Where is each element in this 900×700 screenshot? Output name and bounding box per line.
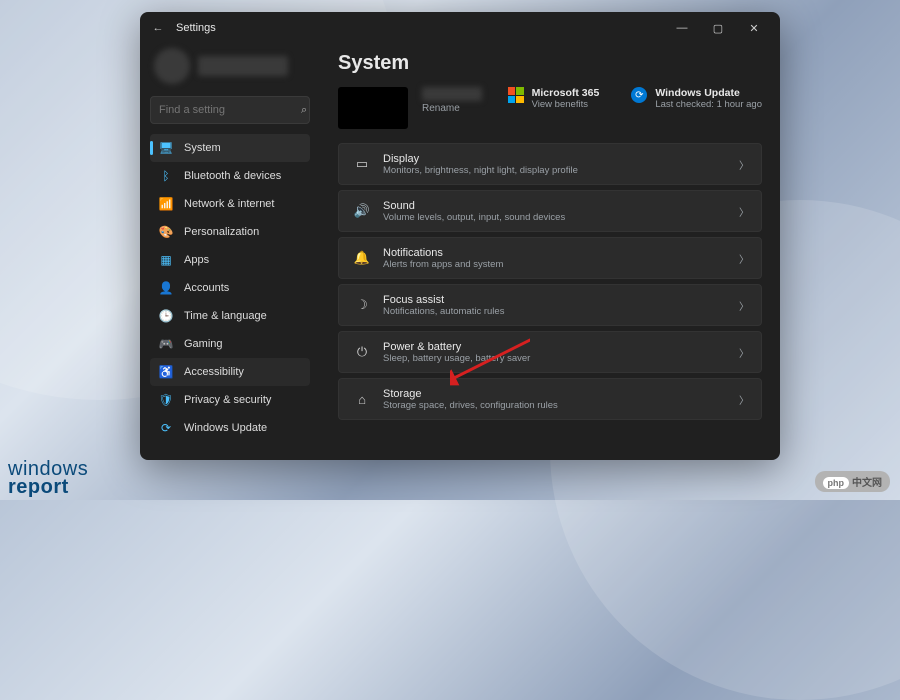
- sidebar-item-network-internet[interactable]: 📶 Network & internet: [150, 190, 310, 218]
- sidebar-item-time-language[interactable]: 🕒 Time & language: [150, 302, 310, 330]
- settings-card-notifications[interactable]: 🔔 Notifications Alerts from apps and sys…: [338, 237, 762, 279]
- sidebar-item-apps[interactable]: ▦ Apps: [150, 246, 310, 274]
- sidebar-item-label: System: [184, 142, 221, 154]
- page-title: System: [338, 52, 762, 75]
- chevron-right-icon: 〉: [739, 345, 749, 360]
- card-title: Display: [383, 153, 739, 165]
- settings-card-sound[interactable]: 🔊 Sound Volume levels, output, input, so…: [338, 190, 762, 232]
- card-title: Sound: [383, 200, 739, 212]
- ms365-card[interactable]: Microsoft 365 View benefits: [508, 87, 600, 110]
- card-subtitle: Storage space, drives, configuration rul…: [383, 400, 739, 411]
- rename-link[interactable]: Rename: [422, 103, 482, 114]
- maximize-button[interactable]: ▢: [700, 14, 736, 42]
- nav-icon: ▦: [158, 253, 174, 267]
- profile-block[interactable]: [150, 44, 310, 94]
- watermark-left: windowsreport: [8, 460, 88, 496]
- card-icon: ⌂: [351, 392, 373, 407]
- sidebar-item-label: Network & internet: [184, 198, 274, 210]
- nav-icon: 🎨: [158, 225, 174, 239]
- main-panel: System Rename Microsoft 365 View benefit…: [320, 44, 780, 460]
- settings-card-display[interactable]: ▭ Display Monitors, brightness, night li…: [338, 143, 762, 185]
- windows-update-card[interactable]: ⟳ Windows Update Last checked: 1 hour ag…: [631, 87, 762, 110]
- card-subtitle: Monitors, brightness, night light, displ…: [383, 165, 739, 176]
- card-title: Power & battery: [383, 341, 739, 353]
- nav-icon: 👤: [158, 281, 174, 295]
- nav-icon: 🛡: [158, 393, 174, 407]
- card-subtitle: Volume levels, output, input, sound devi…: [383, 212, 739, 223]
- card-icon: ☽: [351, 297, 373, 313]
- profile-name: [198, 56, 288, 76]
- sidebar-item-system[interactable]: 🖥 System: [150, 134, 310, 162]
- sidebar: ⌕ 🖥 System ᛒ Bluetooth & devices 📶 Network & …: [140, 44, 320, 460]
- card-subtitle: Alerts from apps and system: [383, 259, 739, 270]
- settings-card-storage[interactable]: ⌂ Storage Storage space, drives, configu…: [338, 378, 762, 420]
- search-input[interactable]: [159, 104, 301, 116]
- chevron-right-icon: 〉: [739, 298, 749, 313]
- sidebar-item-accounts[interactable]: 👤 Accounts: [150, 274, 310, 302]
- nav-icon: 📶: [158, 197, 174, 211]
- sidebar-item-gaming[interactable]: 🎮 Gaming: [150, 330, 310, 358]
- minimize-button[interactable]: —: [664, 14, 700, 42]
- settings-window: ← Settings — ▢ ✕ ⌕ 🖥 System ᛒ Bluetooth & d…: [140, 12, 780, 460]
- settings-card-power-battery[interactable]: ⏻ Power & battery Sleep, battery usage, …: [338, 331, 762, 373]
- sidebar-item-label: Accounts: [184, 282, 229, 294]
- card-title: Focus assist: [383, 294, 739, 306]
- sidebar-item-windows-update[interactable]: ⟳ Windows Update: [150, 414, 310, 442]
- titlebar: ← Settings — ▢ ✕: [140, 12, 780, 44]
- device-image: [338, 87, 408, 129]
- ms365-title: Microsoft 365: [532, 87, 600, 99]
- card-icon: 🔊: [351, 203, 373, 219]
- sidebar-item-label: Apps: [184, 254, 209, 266]
- device-name: [422, 87, 482, 101]
- sidebar-item-label: Bluetooth & devices: [184, 170, 281, 182]
- ms365-sub: View benefits: [532, 99, 600, 110]
- sidebar-item-label: Accessibility: [184, 366, 244, 378]
- sidebar-item-label: Privacy & security: [184, 394, 271, 406]
- wu-title: Windows Update: [655, 87, 762, 99]
- settings-card-focus-assist[interactable]: ☽ Focus assist Notifications, automatic …: [338, 284, 762, 326]
- card-title: Notifications: [383, 247, 739, 259]
- card-subtitle: Notifications, automatic rules: [383, 306, 739, 317]
- search-icon: ⌕: [301, 104, 307, 117]
- sidebar-item-label: Gaming: [184, 338, 223, 350]
- wu-sub: Last checked: 1 hour ago: [655, 99, 762, 110]
- nav-icon: ⟳: [158, 421, 174, 435]
- chevron-right-icon: 〉: [739, 204, 749, 219]
- nav-icon: 🖥: [158, 141, 174, 155]
- card-icon: ⏻: [351, 344, 373, 360]
- sidebar-item-bluetooth-devices[interactable]: ᛒ Bluetooth & devices: [150, 162, 310, 190]
- nav-icon: 🎮: [158, 337, 174, 351]
- sidebar-item-privacy-security[interactable]: 🛡 Privacy & security: [150, 386, 310, 414]
- sidebar-item-label: Time & language: [184, 310, 267, 322]
- nav-icon: ♿: [158, 365, 174, 379]
- sidebar-item-personalization[interactable]: 🎨 Personalization: [150, 218, 310, 246]
- chevron-right-icon: 〉: [739, 392, 749, 407]
- chevron-right-icon: 〉: [739, 157, 749, 172]
- card-icon: 🔔: [351, 250, 373, 266]
- watermark-right: php中文网: [815, 471, 891, 492]
- nav-icon: ᛒ: [158, 169, 174, 183]
- sidebar-item-label: Windows Update: [184, 422, 267, 434]
- windows-update-icon: ⟳: [631, 87, 647, 103]
- chevron-right-icon: 〉: [739, 251, 749, 266]
- sidebar-item-label: Personalization: [184, 226, 259, 238]
- card-subtitle: Sleep, battery usage, battery saver: [383, 353, 739, 364]
- nav-icon: 🕒: [158, 309, 174, 323]
- card-title: Storage: [383, 388, 739, 400]
- back-button[interactable]: ←: [148, 22, 168, 34]
- window-title: Settings: [176, 22, 216, 34]
- sidebar-item-accessibility[interactable]: ♿ Accessibility: [150, 358, 310, 386]
- search-box[interactable]: ⌕: [150, 96, 310, 124]
- close-button[interactable]: ✕: [736, 14, 772, 42]
- microsoft-icon: [508, 87, 524, 103]
- card-icon: ▭: [351, 156, 373, 172]
- avatar: [154, 48, 190, 84]
